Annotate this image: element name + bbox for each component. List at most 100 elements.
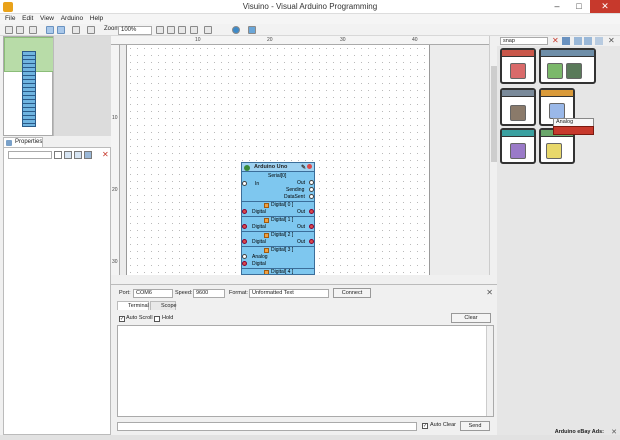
digital-3-in-label: Digital: [252, 261, 266, 267]
collapse-icon[interactable]: [74, 151, 82, 159]
delete-icon[interactable]: [204, 26, 212, 34]
horizontal-ruler: 10 20 30 40: [111, 36, 489, 45]
digital-3-label: Digital[ 3 ]: [271, 247, 294, 253]
menu-edit[interactable]: Edit: [22, 14, 33, 24]
zoom-in-icon[interactable]: [156, 26, 164, 34]
category-header: [541, 90, 573, 97]
serial-out-pin[interactable]: [309, 180, 314, 185]
snap-toggle-icon[interactable]: [57, 26, 65, 34]
component-icon[interactable]: [547, 63, 563, 79]
tab-terminal-label: Terminal: [128, 303, 149, 309]
component-search-input[interactable]: snap: [500, 37, 548, 45]
digital-0-out-pin[interactable]: [309, 209, 314, 214]
component-icon[interactable]: [566, 63, 582, 79]
palette-category[interactable]: [500, 48, 536, 84]
sending-pin[interactable]: [309, 187, 314, 192]
arduino-uno-component[interactable]: Arduino Uno ✎ Serial[0] In Out Sending D…: [241, 162, 315, 275]
status-bar: [0, 435, 620, 440]
serial-label: Serial[0]: [268, 173, 287, 179]
component-icon[interactable]: [546, 143, 562, 159]
component-title: Arduino Uno: [254, 164, 288, 170]
expand-icon[interactable]: [64, 151, 72, 159]
globe-icon[interactable]: [232, 26, 240, 34]
menu-bar: File Edit View Arduino Help: [0, 14, 620, 24]
format-select[interactable]: Unformatted Text: [249, 289, 329, 298]
auto-scroll-checkbox[interactable]: ✓: [119, 316, 125, 322]
palette-category[interactable]: [500, 128, 536, 164]
terminal-scrollbar[interactable]: [486, 326, 493, 416]
digital-0-in-pin[interactable]: [242, 209, 247, 214]
zoom-fit-icon[interactable]: [178, 26, 186, 34]
auto-clear-checkbox[interactable]: ✓: [422, 423, 428, 429]
undo-icon[interactable]: [72, 26, 80, 34]
palette-pin-icon[interactable]: ✕: [608, 37, 616, 45]
component-palette: [497, 46, 620, 275]
digital-3-in-pin[interactable]: [242, 261, 247, 266]
open-file-icon[interactable]: [16, 26, 24, 34]
clear-search-icon[interactable]: ✕: [552, 37, 560, 45]
maximize-button[interactable]: □: [568, 0, 590, 13]
component-icon[interactable]: [510, 143, 526, 159]
new-file-icon[interactable]: [5, 26, 13, 34]
zoom-select[interactable]: 100%: [118, 25, 152, 35]
digital-1-in-pin[interactable]: [242, 224, 247, 229]
serial-in-pin[interactable]: [242, 181, 247, 186]
palette-collapse-icon[interactable]: [584, 37, 592, 45]
palette-category[interactable]: [500, 88, 536, 126]
digital-2-out-pin[interactable]: [309, 239, 314, 244]
send-input[interactable]: [117, 422, 417, 431]
sort-icon[interactable]: [84, 151, 92, 159]
title-bar: Visuino - Visual Arduino Programming – □…: [0, 0, 620, 14]
datasent-pin[interactable]: [309, 194, 314, 199]
vertical-ruler: 10 20 30: [111, 45, 120, 275]
menu-file[interactable]: File: [5, 14, 15, 24]
close-button[interactable]: ✕: [590, 0, 620, 13]
digital-1-out-pin[interactable]: [309, 224, 314, 229]
connect-button[interactable]: Connect: [333, 288, 371, 298]
clear-button[interactable]: Clear: [451, 313, 491, 323]
canvas-vertical-scrollbar[interactable]: [489, 36, 497, 275]
redo-icon[interactable]: [87, 26, 95, 34]
filter-options-icon[interactable]: [562, 37, 570, 45]
component-header[interactable]: Arduino Uno ✎: [242, 163, 314, 172]
port-select[interactable]: COM6: [133, 289, 173, 298]
component-icon[interactable]: [510, 63, 526, 79]
menu-help[interactable]: Help: [90, 14, 103, 24]
analog-snapshot-icon[interactable]: [549, 103, 565, 119]
terminal-output[interactable]: [117, 325, 494, 417]
filter-icon[interactable]: [54, 151, 62, 159]
sending-label: Sending: [286, 187, 305, 193]
overview-panel[interactable]: [3, 36, 62, 136]
zoom-reset-icon[interactable]: [190, 26, 198, 34]
auto-clear-label: Auto Clear: [430, 422, 456, 428]
menu-view[interactable]: View: [40, 14, 54, 24]
grid-toggle-icon[interactable]: [46, 26, 54, 34]
save-file-icon[interactable]: [29, 26, 37, 34]
digital-2-in-pin[interactable]: [242, 239, 247, 244]
pin-icon[interactable]: ✕: [102, 151, 110, 159]
tab-scope[interactable]: Scope: [150, 301, 177, 310]
panel-pin-icon[interactable]: ✕: [486, 288, 493, 297]
digital-3-analog-pin[interactable]: [242, 254, 247, 259]
edit-icon[interactable]: ✎: [301, 164, 306, 172]
properties-search-input[interactable]: [8, 151, 52, 159]
zoom-out-icon[interactable]: [167, 26, 175, 34]
palette-expand-icon[interactable]: [574, 37, 582, 45]
digital-icon: [264, 248, 269, 253]
minimize-button[interactable]: –: [546, 0, 568, 13]
hold-checkbox[interactable]: [154, 316, 160, 322]
menu-arduino[interactable]: Arduino: [61, 14, 83, 24]
tab-terminal[interactable]: Terminal: [117, 301, 149, 310]
category-header: [502, 90, 534, 97]
properties-tab[interactable]: Properties: [3, 137, 43, 147]
component-icon[interactable]: [510, 105, 526, 121]
digital-0-label: Digital[ 0 ]: [271, 202, 294, 208]
upload-icon[interactable]: [248, 26, 256, 34]
toolbar: Zoom: 100%: [0, 24, 620, 36]
send-button[interactable]: Send: [460, 421, 490, 431]
speed-select[interactable]: 9600: [193, 289, 225, 298]
palette-view-icon[interactable]: [595, 37, 603, 45]
palette-category[interactable]: [539, 48, 596, 84]
component-close-icon[interactable]: [307, 164, 312, 169]
category-header: [502, 130, 534, 137]
